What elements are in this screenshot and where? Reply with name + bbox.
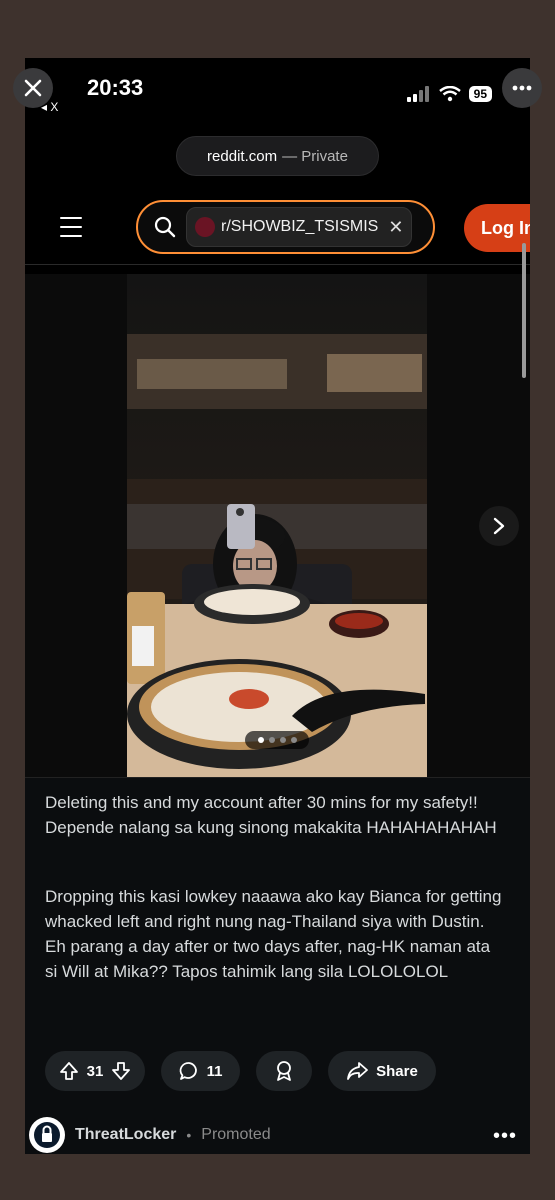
- comment-icon: [179, 1062, 197, 1080]
- share-button[interactable]: Share: [328, 1051, 436, 1091]
- page-dot: [290, 737, 297, 743]
- status-indicators: 95: [406, 86, 492, 102]
- chevron-right-icon: [493, 517, 505, 535]
- header-divider: [25, 264, 530, 265]
- subreddit-name: r/SHOWBIZ_TSISMIS: [221, 218, 379, 235]
- downvote-icon[interactable]: [111, 1061, 131, 1081]
- comment-count: 11: [206, 1062, 223, 1080]
- promoted-label: Promoted: [201, 1126, 271, 1143]
- close-icon[interactable]: [13, 68, 53, 108]
- threatlocker-logo: [29, 1117, 65, 1153]
- share-label: Share: [376, 1062, 418, 1080]
- post-body-paragraph-2: Dropping this kasi lowkey naaawa ako kay…: [45, 887, 502, 981]
- wifi-icon: [438, 86, 461, 102]
- status-time: 20:33: [87, 75, 144, 100]
- post-actions: 31 11 Share: [45, 1051, 436, 1091]
- subreddit-chip[interactable]: r/SHOWBIZ_TSISMIS ✕: [186, 207, 413, 247]
- subreddit-avatar: [195, 217, 215, 237]
- promoted-post-header[interactable]: ThreatLocker • Promoted •••: [29, 1115, 519, 1154]
- comments-button[interactable]: 11: [161, 1051, 240, 1091]
- search-bar[interactable]: r/SHOWBIZ_TSISMIS ✕: [136, 200, 435, 254]
- award-icon: [277, 1061, 291, 1081]
- upvote-icon[interactable]: [59, 1061, 79, 1081]
- page-dot-active: [257, 737, 264, 743]
- private-mode-label: — Private: [282, 147, 348, 165]
- address-domain: reddit.com: [207, 147, 278, 165]
- search-icon: [154, 216, 176, 238]
- page-dot: [268, 737, 275, 743]
- login-button[interactable]: Log In: [464, 204, 530, 252]
- menu-icon[interactable]: [60, 217, 82, 237]
- next-image-button[interactable]: [479, 506, 519, 546]
- post-photo: [127, 274, 427, 777]
- more-options-icon[interactable]: [502, 68, 542, 108]
- gallery-pagination: [245, 731, 309, 749]
- post-body-paragraph-1: Deleting this and my account after 30 mi…: [45, 793, 497, 837]
- vote-count: 31: [86, 1062, 104, 1080]
- address-bar[interactable]: reddit.com — Private: [176, 136, 379, 176]
- award-button[interactable]: [256, 1051, 312, 1091]
- more-options-icon[interactable]: •••: [493, 1125, 517, 1148]
- vote-control: 31: [45, 1051, 145, 1091]
- battery-indicator: 95: [468, 86, 492, 102]
- phone-screen: 20:33 ◂ X 95 reddit.com — Private r/SHOW…: [25, 58, 530, 1154]
- promoter-name: ThreatLocker: [75, 1126, 177, 1143]
- scrollbar[interactable]: [522, 243, 526, 378]
- promo-separator: •: [186, 1127, 192, 1143]
- clear-subreddit-icon[interactable]: ✕: [388, 217, 403, 238]
- media-gallery[interactable]: [25, 274, 530, 777]
- share-icon: [347, 1062, 369, 1080]
- post-content: Deleting this and my account after 30 mi…: [25, 777, 530, 1154]
- signal-icon: [406, 86, 429, 102]
- page-dot: [279, 737, 286, 743]
